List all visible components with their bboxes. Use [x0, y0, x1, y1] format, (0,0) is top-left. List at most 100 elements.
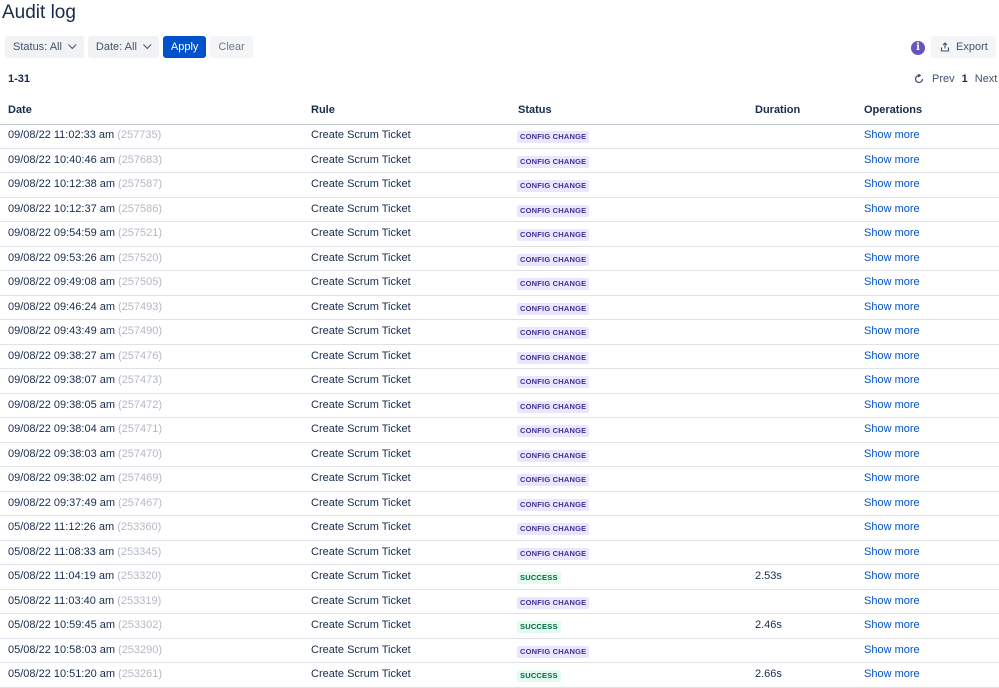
status-badge: CONFIG CHANGE	[517, 180, 590, 192]
execution-id: (253261)	[118, 668, 163, 680]
status-badge: SUCCESS	[517, 670, 561, 682]
show-more-link[interactable]: Show more	[864, 178, 920, 190]
current-page[interactable]: 1	[962, 73, 968, 85]
next-page-link[interactable]: Next	[975, 73, 998, 85]
column-header-rule[interactable]: Rule	[311, 104, 335, 116]
table-row: 09/08/22 09:38:03 am (257470) Create Scrum…	[0, 443, 999, 467]
date-cell: 09/08/22 10:40:46 am (257683)	[8, 154, 162, 166]
execution-id: (257586)	[118, 202, 163, 215]
status-badge: CONFIG CHANGE	[517, 596, 590, 609]
status-cell: CONFIG CHANGE	[517, 547, 590, 560]
column-header-duration[interactable]: Duration	[755, 104, 800, 116]
status-badge: CONFIG CHANGE	[517, 229, 590, 241]
table-row: 05/08/22 11:12:26 am (253360) Create Scrum…	[0, 516, 999, 541]
date-value: 09/08/22 09:53:26 am	[8, 251, 116, 264]
table-row: 05/08/22 10:59:45 am (253302) Create Scrum…	[0, 614, 999, 639]
show-more-link[interactable]: Show more	[864, 301, 920, 313]
show-more-link[interactable]: Show more	[864, 644, 920, 656]
show-more-link[interactable]: Show more	[864, 399, 920, 411]
show-more-link[interactable]: Show more	[864, 350, 920, 362]
duration-cell: 2.53s	[755, 570, 782, 582]
table-row: 05/08/22 11:08:33 am (253345) Create Scrum…	[0, 541, 999, 565]
rule-cell: Create Scrum Ticket	[311, 643, 411, 656]
show-more-link[interactable]: Show more	[864, 129, 920, 141]
show-more-link[interactable]: Show more	[864, 668, 920, 680]
status-badge: CONFIG CHANGE	[517, 400, 590, 413]
export-button[interactable]: Export	[931, 36, 996, 58]
date-value: 05/08/22 10:51:20 am	[8, 668, 116, 680]
table-row: 09/08/22 09:43:49 am (257490) Create Scrum…	[0, 320, 999, 345]
table-row: 09/08/22 09:37:49 am (257467) Create Scrum…	[0, 492, 999, 516]
show-more-link[interactable]: Show more	[864, 252, 920, 264]
chevron-down-icon	[142, 40, 152, 50]
execution-id: (257467)	[118, 496, 163, 509]
execution-id: (257473)	[118, 374, 163, 386]
table-row: 09/08/22 10:12:38 am (257587) Create Scrum…	[0, 173, 999, 198]
date-value: 09/08/22 09:38:03 am	[8, 447, 116, 460]
status-cell: SUCCESS	[517, 669, 561, 682]
column-header-date[interactable]: Date	[8, 104, 32, 116]
status-badge: CONFIG CHANGE	[517, 449, 590, 462]
show-more-link[interactable]: Show more	[864, 276, 920, 288]
column-header-status[interactable]: Status	[518, 104, 552, 116]
apply-button[interactable]: Apply	[162, 36, 207, 58]
table-row: 09/08/22 09:38:27 am (257476) Create Scrum…	[0, 345, 999, 369]
status-badge: SUCCESS	[517, 621, 561, 633]
date-value: 09/08/22 11:02:33 am	[8, 129, 115, 141]
execution-id: (257476)	[118, 349, 163, 362]
rule-cell: Create Scrum Ticket	[311, 545, 411, 558]
show-more-link[interactable]: Show more	[864, 227, 920, 239]
date-cell: 09/08/22 09:53:26 am (257520)	[8, 252, 162, 264]
info-icon[interactable]: i	[911, 41, 925, 55]
date-filter-dropdown[interactable]: Date: All	[87, 36, 159, 58]
refresh-icon[interactable]	[914, 74, 924, 84]
show-more-link[interactable]: Show more	[864, 154, 920, 166]
prev-page-link[interactable]: Prev	[932, 73, 955, 85]
show-more-link[interactable]: Show more	[864, 325, 920, 337]
date-value: 09/08/22 09:43:49 am	[8, 325, 116, 337]
show-more-link[interactable]: Show more	[864, 448, 920, 460]
show-more-link[interactable]: Show more	[864, 521, 920, 533]
date-value: 05/08/22 11:03:40 am	[8, 594, 115, 607]
date-cell: 09/08/22 09:38:03 am (257470)	[8, 448, 162, 460]
rule-cell: Create Scrum Ticket	[311, 300, 411, 313]
status-badge: CONFIG CHANGE	[517, 278, 590, 290]
show-more-link[interactable]: Show more	[864, 423, 920, 435]
execution-id: (253290)	[118, 643, 163, 656]
date-cell: 05/08/22 10:59:45 am (253302)	[8, 619, 162, 631]
rule-cell: Create Scrum Ticket	[311, 251, 411, 264]
status-cell: CONFIG CHANGE	[517, 228, 590, 241]
clear-button[interactable]: Clear	[210, 36, 253, 58]
status-cell: CONFIG CHANGE	[517, 596, 590, 609]
date-cell: 09/08/22 09:38:05 am (257472)	[8, 399, 162, 411]
rule-cell: Create Scrum Ticket	[311, 374, 411, 386]
show-more-link[interactable]: Show more	[864, 497, 920, 509]
show-more-link[interactable]: Show more	[864, 595, 920, 607]
rule-cell: Create Scrum Ticket	[311, 447, 411, 460]
show-more-link[interactable]: Show more	[864, 619, 920, 631]
execution-id: (257505)	[118, 276, 163, 288]
status-badge: CONFIG CHANGE	[517, 523, 590, 535]
status-cell: CONFIG CHANGE	[517, 204, 590, 217]
execution-id: (253345)	[117, 545, 162, 558]
show-more-link[interactable]: Show more	[864, 472, 920, 484]
export-icon	[940, 42, 950, 52]
table-row: 05/08/22 11:04:19 am (253320) Create Scrum…	[0, 565, 999, 590]
date-cell: 05/08/22 10:58:03 am (253290)	[8, 644, 162, 656]
status-badge: CONFIG CHANGE	[517, 351, 590, 364]
table-row: 09/08/22 09:38:02 am (257469) Create Scrum…	[0, 467, 999, 492]
date-value: 09/08/22 10:40:46 am	[8, 153, 116, 166]
show-more-link[interactable]: Show more	[864, 546, 920, 558]
status-filter-dropdown[interactable]: Status: All	[5, 36, 84, 58]
status-cell: CONFIG CHANGE	[517, 277, 590, 290]
execution-id: (257471)	[118, 423, 163, 435]
table-row: 09/08/22 10:12:37 am (257586) Create Scrum…	[0, 198, 999, 222]
show-more-link[interactable]: Show more	[864, 203, 920, 215]
date-cell: 09/08/22 09:38:04 am (257471)	[8, 423, 162, 435]
rule-cell: Create Scrum Ticket	[311, 594, 411, 607]
status-badge: CONFIG CHANGE	[517, 498, 590, 511]
show-more-link[interactable]: Show more	[864, 374, 920, 386]
table-row: 09/08/22 09:38:04 am (257471) Create Scrum…	[0, 418, 999, 443]
show-more-link[interactable]: Show more	[864, 570, 920, 582]
status-filter-label: Status: All	[13, 41, 62, 53]
